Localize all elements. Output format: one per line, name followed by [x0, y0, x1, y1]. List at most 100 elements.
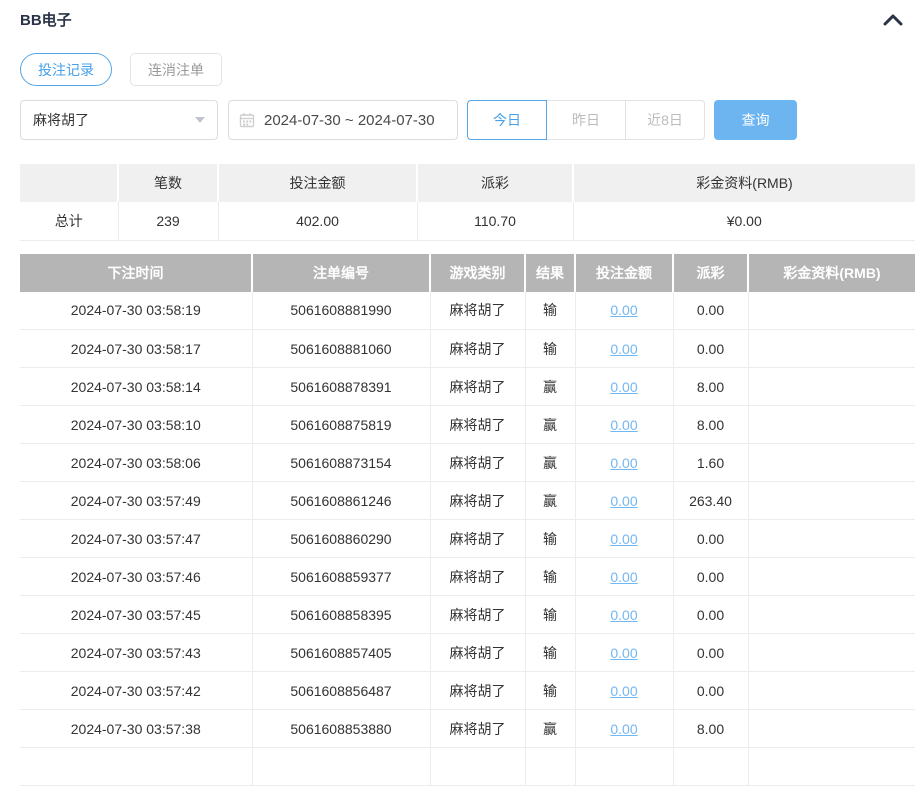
bet-amount-cell: 0.00 [575, 710, 673, 748]
bonus-cell [748, 368, 915, 406]
bonus-cell [748, 520, 915, 558]
summary-header-bet-amount: 投注金额 [218, 164, 417, 202]
result-cell: 赢 [525, 482, 575, 520]
panel-header: BB电子 [0, 0, 917, 30]
bet-amount-link[interactable]: 0.00 [610, 683, 637, 699]
result-cell: 赢 [525, 444, 575, 482]
header-bonus: 彩金资料(RMB) [748, 254, 915, 292]
bet-amount-cell: 0.00 [575, 406, 673, 444]
bet-amount-link[interactable]: 0.00 [610, 645, 637, 661]
game-type-cell: 麻将胡了 [430, 596, 525, 634]
bet-amount-cell: 0.00 [575, 292, 673, 330]
records-body: 2024-07-30 03:58:19 5061608881990 麻将胡了 输… [20, 292, 915, 748]
tab-bet-records[interactable]: 投注记录 [20, 53, 112, 86]
game-type-cell: 麻将胡了 [430, 368, 525, 406]
bet-time-cell: 2024-07-30 03:57:47 [20, 520, 252, 558]
bet-time-cell: 2024-07-30 03:58:19 [20, 292, 252, 330]
game-select-value: 麻将胡了 [33, 110, 89, 130]
summary-total-bonus: ¥0.00 [573, 202, 915, 240]
table-row: 2024-07-30 03:57:47 5061608860290 麻将胡了 输… [20, 520, 915, 558]
header-order-number: 注单编号 [252, 254, 430, 292]
summary-total-count: 239 [118, 202, 218, 240]
header-result: 结果 [525, 254, 575, 292]
payout-cell: 8.00 [673, 368, 748, 406]
result-cell: 输 [525, 330, 575, 368]
record-type-tabs: 投注记录 连消注单 [20, 53, 917, 86]
bet-amount-cell: 0.00 [575, 596, 673, 634]
range-last8days-button[interactable]: 近8日 [625, 100, 705, 140]
bet-amount-cell: 0.00 [575, 444, 673, 482]
bonus-cell [748, 710, 915, 748]
summary-total-payout: 110.70 [417, 202, 573, 240]
payout-cell: 1.60 [673, 444, 748, 482]
bet-amount-link[interactable]: 0.00 [610, 302, 637, 318]
summary-header-count: 笔数 [118, 164, 218, 202]
header-game-type: 游戏类别 [430, 254, 525, 292]
bet-amount-link[interactable]: 0.00 [610, 417, 637, 433]
bet-amount-link[interactable]: 0.00 [610, 341, 637, 357]
range-yesterday-button[interactable]: 昨日 [546, 100, 626, 140]
bonus-cell [748, 482, 915, 520]
chevron-down-icon [195, 117, 205, 123]
table-row: 2024-07-30 03:57:38 5061608853880 麻将胡了 赢… [20, 710, 915, 748]
bet-time-cell: 2024-07-30 03:58:17 [20, 330, 252, 368]
bet-amount-link[interactable]: 0.00 [610, 569, 637, 585]
bet-amount-link[interactable]: 0.00 [610, 721, 637, 737]
game-type-cell: 麻将胡了 [430, 406, 525, 444]
bonus-cell [748, 634, 915, 672]
table-row: 2024-07-30 03:58:14 5061608878391 麻将胡了 赢… [20, 368, 915, 406]
bet-amount-link[interactable]: 0.00 [610, 607, 637, 623]
query-button[interactable]: 查询 [714, 100, 797, 140]
date-range-value: 2024-07-30 ~ 2024-07-30 [264, 112, 435, 129]
game-type-cell: 麻将胡了 [430, 292, 525, 330]
summary-table: 笔数 投注金额 派彩 彩金资料(RMB) 总计 239 402.00 110.7… [20, 164, 915, 241]
bonus-cell [748, 406, 915, 444]
bet-amount-link[interactable]: 0.00 [610, 455, 637, 471]
table-row: 2024-07-30 03:58:10 5061608875819 麻将胡了 赢… [20, 406, 915, 444]
bet-amount-link[interactable]: 0.00 [610, 493, 637, 509]
payout-cell: 0.00 [673, 292, 748, 330]
summary-header-payout: 派彩 [417, 164, 573, 202]
result-cell: 输 [525, 520, 575, 558]
payout-cell: 8.00 [673, 710, 748, 748]
bonus-cell [748, 558, 915, 596]
bonus-cell [748, 292, 915, 330]
bet-amount-cell: 0.00 [575, 558, 673, 596]
game-type-cell: 麻将胡了 [430, 634, 525, 672]
bet-time-cell: 2024-07-30 03:58:06 [20, 444, 252, 482]
date-range-input[interactable]: 2024-07-30 ~ 2024-07-30 [228, 100, 458, 140]
bet-amount-link[interactable]: 0.00 [610, 531, 637, 547]
collapse-button[interactable] [882, 13, 904, 27]
result-cell: 赢 [525, 710, 575, 748]
payout-cell: 263.40 [673, 482, 748, 520]
table-row: 2024-07-30 03:57:43 5061608857405 麻将胡了 输… [20, 634, 915, 672]
order-number-cell: 5061608881990 [252, 292, 430, 330]
bet-time-cell: 2024-07-30 03:57:38 [20, 710, 252, 748]
bet-amount-link[interactable]: 0.00 [610, 379, 637, 395]
bet-time-cell: 2024-07-30 03:58:14 [20, 368, 252, 406]
bonus-cell [748, 672, 915, 710]
result-cell: 输 [525, 672, 575, 710]
bonus-cell [748, 444, 915, 482]
bet-time-cell: 2024-07-30 03:57:45 [20, 596, 252, 634]
bet-amount-cell: 0.00 [575, 672, 673, 710]
order-number-cell: 5061608853880 [252, 710, 430, 748]
result-cell: 输 [525, 596, 575, 634]
bet-amount-cell: 0.00 [575, 634, 673, 672]
range-today-button[interactable]: 今日 [467, 100, 547, 140]
order-number-cell: 5061608881060 [252, 330, 430, 368]
game-select[interactable]: 麻将胡了 [20, 100, 218, 140]
bet-amount-cell: 0.00 [575, 520, 673, 558]
bonus-cell [748, 330, 915, 368]
bet-time-cell: 2024-07-30 03:57:42 [20, 672, 252, 710]
table-row: 2024-07-30 03:57:46 5061608859377 麻将胡了 输… [20, 558, 915, 596]
game-type-cell: 麻将胡了 [430, 330, 525, 368]
bet-time-cell: 2024-07-30 03:57:43 [20, 634, 252, 672]
bonus-cell [748, 596, 915, 634]
game-type-cell: 麻将胡了 [430, 520, 525, 558]
result-cell: 输 [525, 558, 575, 596]
order-number-cell: 5061608856487 [252, 672, 430, 710]
result-cell: 输 [525, 292, 575, 330]
game-type-cell: 麻将胡了 [430, 672, 525, 710]
tab-cancelled-orders[interactable]: 连消注单 [130, 53, 222, 86]
